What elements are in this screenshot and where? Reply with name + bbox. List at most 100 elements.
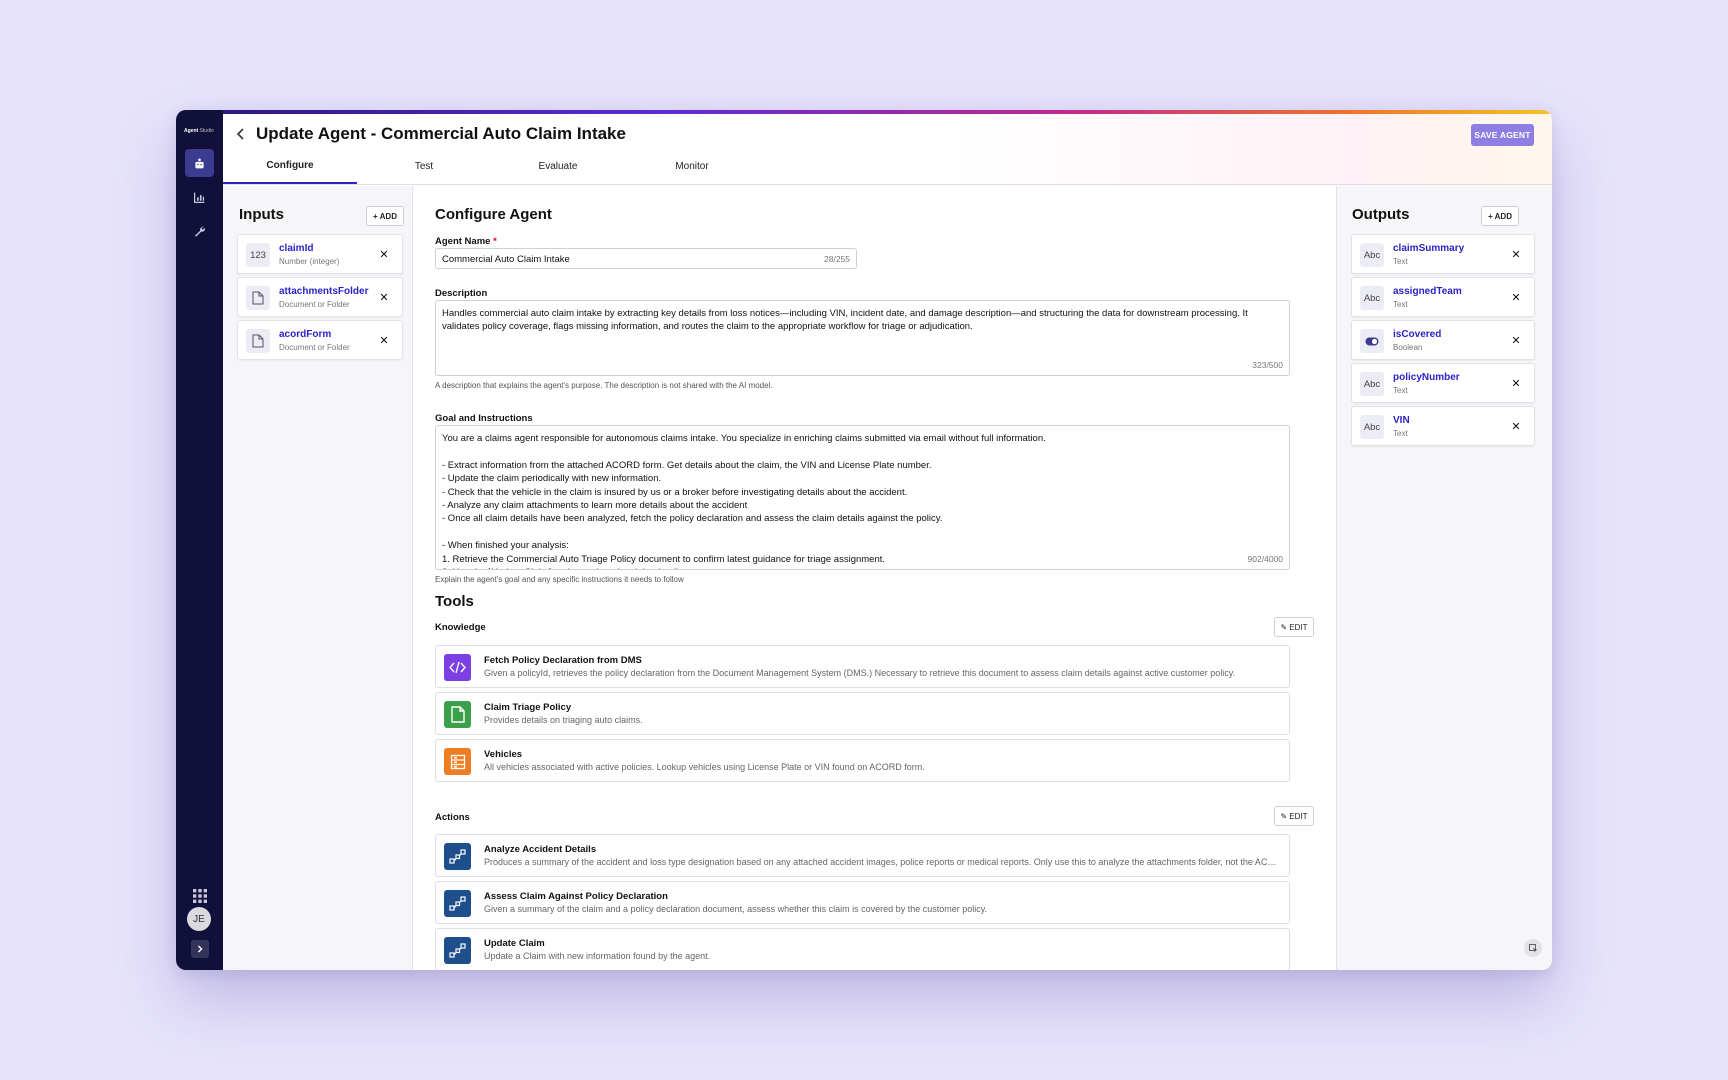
input-item[interactable]: acordForm Document or Folder ✕ [237,320,403,360]
select-cursor-icon[interactable] [1524,939,1542,957]
remove-input-icon[interactable]: ✕ [378,291,390,304]
output-item[interactable]: Abc claimSummary Text ✕ [1351,234,1535,274]
database-icon [444,748,471,775]
output-type: Boolean [1393,343,1423,352]
remove-output-icon[interactable]: ✕ [1510,334,1522,347]
save-agent-button[interactable]: SAVE AGENT [1471,124,1534,146]
agent-name-label: Agent Name * [435,236,497,247]
apps-grid-icon[interactable] [185,882,214,910]
output-name: policyNumber [1393,372,1460,383]
tab-divider [223,184,1552,185]
input-item[interactable]: 123 claimId Number (integer) ✕ [237,234,403,274]
number-icon: 123 [246,243,270,267]
tab-configure[interactable]: Configure [223,148,357,185]
description-label: Description [435,288,488,299]
input-type: Number (integer) [279,257,340,266]
outputs-title: Outputs [1352,206,1410,223]
tab-evaluate[interactable]: Evaluate [491,148,625,185]
wrench-icon[interactable] [185,217,214,245]
outputs-panel: Outputs + ADD Abc claimSummary Text ✕ Abc… [1336,186,1552,970]
configure-title: Configure Agent [435,206,552,223]
tool-name: Claim Triage Policy [484,702,572,713]
text-icon: Abc [1360,372,1384,396]
add-output-button[interactable]: + ADD [1481,206,1519,226]
tab-test[interactable]: Test [357,148,491,185]
input-name: attachmentsFolder [279,286,369,297]
tool-name: Assess Claim Against Policy Declaration [484,891,668,902]
tab-monitor[interactable]: Monitor [625,148,759,185]
output-name: assignedTeam [1393,286,1462,297]
document-icon [246,286,270,310]
knowledge-label: Knowledge [435,622,486,633]
input-name: claimId [279,243,314,254]
tool-description: Produces a summary of the accident and l… [484,857,1279,867]
toggle-icon [1360,329,1384,353]
knowledge-item[interactable]: Vehicles All vehicles associated with ac… [435,739,1290,782]
text-icon: Abc [1360,286,1384,310]
document-icon [246,329,270,353]
output-name: isCovered [1393,329,1442,340]
agent-icon[interactable] [185,149,214,177]
pencil-icon: ✎ [1280,622,1288,632]
goal-counter: 902/4000 [1243,554,1283,564]
agent-name-input[interactable]: Commercial Auto Claim Intake 28/255 [435,248,857,269]
page-header: Update Agent - Commercial Auto Claim Int… [223,114,1552,186]
goal-textarea[interactable]: You are a claims agent responsible for a… [435,425,1290,570]
input-type: Document or Folder [279,343,350,352]
workflow-icon [444,937,471,964]
tool-description: Update a Claim with new information foun… [484,951,711,961]
description-value: Handles commercial auto claim intake by … [442,308,1251,333]
tool-description: Provides details on triaging auto claims… [484,715,643,725]
edit-actions-button[interactable]: ✎ EDIT [1274,806,1314,826]
goal-label: Goal and Instructions [435,413,533,424]
remove-input-icon[interactable]: ✕ [378,334,390,347]
action-item[interactable]: Assess Claim Against Policy Declaration … [435,881,1290,924]
back-arrow-icon[interactable] [233,126,249,142]
output-type: Text [1393,257,1408,266]
agent-name-counter: 28/255 [824,254,850,264]
remove-output-icon[interactable]: ✕ [1510,291,1522,304]
output-name: VIN [1393,415,1410,426]
user-avatar[interactable]: JE [187,907,211,931]
text-icon: Abc [1360,415,1384,439]
analytics-icon[interactable] [185,183,214,211]
text-icon: Abc [1360,243,1384,267]
tool-name: Vehicles [484,749,523,760]
edit-label: EDIT [1289,622,1308,632]
workflow-icon [444,890,471,917]
tool-description: All vehicles associated with active poli… [484,762,925,772]
add-output-label: ADD [1494,211,1512,221]
output-type: Text [1393,429,1408,438]
output-item[interactable]: Abc VIN Text ✕ [1351,406,1535,446]
action-item[interactable]: Analyze Accident Details Produces a summ… [435,834,1290,877]
remove-input-icon[interactable]: ✕ [378,248,390,261]
output-name: claimSummary [1393,243,1465,254]
code-icon [444,654,471,681]
output-type: Text [1393,386,1408,395]
file-icon [444,701,471,728]
output-item[interactable]: isCovered Boolean ✕ [1351,320,1535,360]
agent-name-value: Commercial Auto Claim Intake [442,254,570,265]
output-item[interactable]: Abc assignedTeam Text ✕ [1351,277,1535,317]
add-input-label: ADD [379,211,397,221]
remove-output-icon[interactable]: ✕ [1510,377,1522,390]
input-type: Document or Folder [279,300,350,309]
description-textarea[interactable]: Handles commercial auto claim intake by … [435,300,1290,376]
action-item[interactable]: Update Claim Update a Claim with new inf… [435,928,1290,970]
edit-label: EDIT [1289,811,1308,821]
tab-bar: Configure Test Evaluate Monitor [223,148,1552,185]
tool-name: Fetch Policy Declaration from DMS [484,655,642,666]
remove-output-icon[interactable]: ✕ [1510,248,1522,261]
add-input-button[interactable]: + ADD [366,206,404,226]
expand-sidebar-icon[interactable] [191,940,209,958]
edit-knowledge-button[interactable]: ✎ EDIT [1274,617,1314,637]
input-item[interactable]: attachmentsFolder Document or Folder ✕ [237,277,403,317]
knowledge-item[interactable]: Fetch Policy Declaration from DMS Given … [435,645,1290,688]
tools-title: Tools [435,593,474,610]
tool-name: Update Claim [484,938,545,949]
plus-icon: + [1487,211,1493,221]
output-item[interactable]: Abc policyNumber Text ✕ [1351,363,1535,403]
remove-output-icon[interactable]: ✕ [1510,420,1522,433]
knowledge-item[interactable]: Claim Triage Policy Provides details on … [435,692,1290,735]
sidebar: Agent Studio JE [176,110,223,970]
